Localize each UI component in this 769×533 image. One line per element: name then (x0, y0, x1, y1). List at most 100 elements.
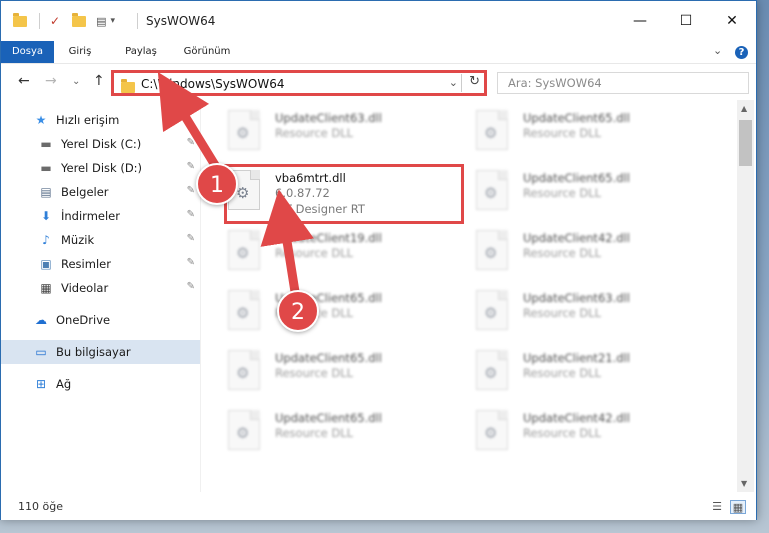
sidebar-item-this-pc[interactable]: ▭ Bu bilgisayar (1, 340, 200, 364)
file-type: Resource DLL (523, 366, 602, 380)
gear-icon: ⚙ (236, 124, 250, 142)
tab-share[interactable]: Paylaş (115, 41, 167, 63)
gear-icon: ⚙ (484, 424, 498, 442)
tab-file[interactable]: Dosya (1, 41, 54, 63)
step-1-badge: 1 (196, 163, 238, 205)
gear-icon: ⚙ (484, 244, 498, 262)
address-dropdown-icon[interactable]: ⌄ (449, 76, 458, 89)
forward-button[interactable]: → (45, 73, 57, 89)
file-item[interactable]: ⚙ UpdateClient65.dll Resource DLL (454, 164, 694, 220)
file-item[interactable]: ⚙ UpdateClient21.dll Resource DLL (454, 344, 694, 400)
pictures-icon: ▣ (40, 257, 52, 271)
documents-icon: ▤ (40, 185, 52, 199)
scroll-down-icon[interactable]: ▼ (741, 479, 747, 488)
download-icon: ⬇ (40, 209, 52, 223)
file-item[interactable]: ⚙ UpdateClient65.dll Resource DLL (206, 404, 446, 460)
recent-locations-button[interactable]: ⌄ (72, 76, 80, 87)
file-name: UpdateClient63.dll (523, 291, 630, 305)
details-view-button[interactable]: ☰ (709, 500, 725, 514)
refresh-icon[interactable]: ↻ (469, 74, 480, 89)
file-name: UpdateClient63.dll (275, 111, 382, 125)
pin-icon[interactable]: ✎ (187, 281, 195, 292)
maximize-button[interactable]: ☐ (663, 1, 709, 41)
minimize-button[interactable]: — (617, 1, 663, 41)
dll-file-icon: ⚙ (228, 110, 260, 150)
sidebar-item-label: Belgeler (61, 185, 109, 199)
file-name: UpdateClient65.dll (523, 171, 630, 185)
vertical-scrollbar[interactable]: ▲ ▼ (737, 100, 754, 492)
file-type: Resource DLL (275, 246, 354, 260)
sidebar-item-onedrive[interactable]: ☁ OneDrive (1, 308, 200, 332)
pin-icon[interactable]: ✎ (187, 137, 195, 148)
folder-icon (13, 12, 27, 27)
gear-icon: ⚙ (236, 244, 250, 262)
sidebar-item-downloads[interactable]: ⬇ İndirmeler ✎ (1, 204, 200, 228)
help-icon[interactable]: ? (735, 46, 748, 59)
search-input[interactable]: Ara: SysWOW64 (497, 72, 749, 94)
customize-toolbar-icon[interactable]: ▤ (96, 15, 106, 28)
properties-icon[interactable]: ✓ (50, 14, 60, 28)
gear-icon: ⚙ (236, 304, 250, 322)
dll-file-icon: ⚙ (228, 410, 260, 450)
file-item[interactable]: ⚙ UpdateClient65.dll Resource DLL (206, 344, 446, 400)
gear-icon: ⚙ (484, 184, 498, 202)
step-2-badge: 2 (277, 290, 319, 332)
sidebar-item-local-disk-d[interactable]: ▬ Yerel Disk (D:) ✎ (1, 156, 200, 180)
file-item[interactable]: ⚙ UpdateClient42.dll Resource DLL (454, 404, 694, 460)
gear-icon: ⚙ (236, 424, 250, 442)
gear-icon: ⚙ (484, 304, 498, 322)
pin-icon[interactable]: ✎ (187, 161, 195, 172)
large-icons-view-button[interactable]: ▦ (730, 500, 746, 514)
sidebar-item-label: Videolar (61, 281, 109, 295)
file-item[interactable]: ⚙ UpdateClient19.dll Resource DLL (206, 224, 446, 280)
back-button[interactable]: ← (18, 73, 30, 89)
pin-icon[interactable]: ✎ (187, 209, 195, 220)
pin-icon[interactable]: ✎ (187, 257, 195, 268)
sidebar-item-videos[interactable]: ▦ Videolar ✎ (1, 276, 200, 300)
file-item[interactable]: ⚙ UpdateClient65.dll Resource DLL (206, 284, 446, 340)
scroll-thumb[interactable] (739, 120, 752, 166)
up-button[interactable]: ↑ (93, 73, 105, 89)
file-type: Resource DLL (523, 126, 602, 140)
file-item[interactable]: ⚙ UpdateClient63.dll Resource DLL (454, 284, 694, 340)
window-title: SysWOW64 (146, 14, 216, 28)
navigation-pane: ★ Hızlı erişim ▬ Yerel Disk (C:) ✎ ▬ Yer… (1, 100, 201, 492)
address-path[interactable]: C:\Windows\SysWOW64 (141, 77, 285, 91)
scroll-up-icon[interactable]: ▲ (741, 104, 747, 113)
dll-file-icon: ⚙ (228, 230, 260, 270)
pin-icon[interactable]: ✎ (187, 233, 195, 244)
sidebar-item-music[interactable]: ♪ Müzik ✎ (1, 228, 200, 252)
file-type: Resource DLL (523, 246, 602, 260)
search-placeholder: Ara: SysWOW64 (508, 76, 602, 90)
sidebar-item-label: İndirmeler (61, 209, 120, 223)
sidebar-item-label: OneDrive (56, 313, 111, 327)
file-name: UpdateClient19.dll (275, 231, 382, 245)
tab-view[interactable]: Görünüm (175, 41, 239, 63)
tab-home[interactable]: Giriş (58, 41, 102, 63)
sidebar-item-pictures[interactable]: ▣ Resimler ✎ (1, 252, 200, 276)
sidebar-item-label: Ağ (56, 377, 72, 391)
video-icon: ▦ (40, 281, 52, 295)
sidebar-item-network[interactable]: ⊞ Ağ (1, 372, 200, 396)
file-item[interactable]: ⚙ UpdateClient42.dll Resource DLL (454, 224, 694, 280)
expand-ribbon-icon[interactable]: ⌄ (713, 44, 722, 57)
folder-icon (121, 79, 135, 93)
new-folder-icon[interactable] (72, 12, 87, 27)
file-item[interactable]: ⚙ UpdateClient65.dll Resource DLL (454, 104, 694, 160)
close-button[interactable]: ✕ (709, 1, 755, 41)
file-item[interactable]: ⚙ UpdateClient63.dll Resource DLL (206, 104, 446, 160)
sidebar-item-quick-access[interactable]: ★ Hızlı erişim (1, 108, 200, 132)
address-bar[interactable]: C:\Windows\SysWOW64 ⌄ ↻ (111, 70, 487, 96)
title-divider (137, 13, 138, 29)
dll-file-icon: ⚙ (476, 110, 508, 150)
file-name: UpdateClient42.dll (523, 231, 630, 245)
highlight-box (224, 164, 464, 224)
sidebar-item-documents[interactable]: ▤ Belgeler ✎ (1, 180, 200, 204)
pin-icon[interactable]: ✎ (187, 185, 195, 196)
file-name: UpdateClient65.dll (275, 351, 382, 365)
file-type: Resource DLL (523, 306, 602, 320)
sidebar-item-local-disk-c[interactable]: ▬ Yerel Disk (C:) ✎ (1, 132, 200, 156)
toolbar-dropdown-icon[interactable]: ▾ (110, 16, 115, 26)
computer-icon: ▭ (35, 345, 47, 359)
dll-file-icon: ⚙ (476, 350, 508, 390)
